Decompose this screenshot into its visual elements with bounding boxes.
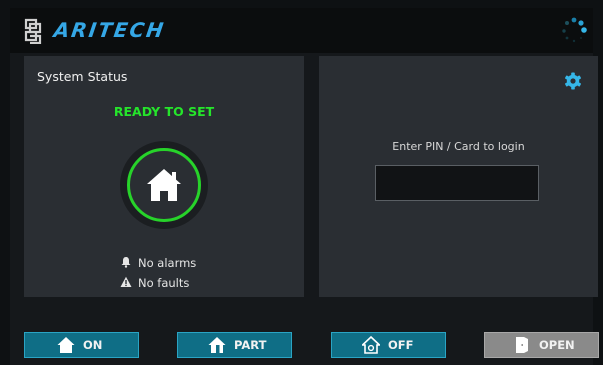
home-part-icon [208, 337, 226, 353]
brand-name: ARITECH [52, 18, 167, 42]
home-icon [147, 169, 181, 201]
button-label: OFF [388, 338, 414, 352]
login-panel: Enter PIN / Card to login [319, 56, 598, 297]
pin-prompt: Enter PIN / Card to login [392, 140, 525, 153]
button-label: OPEN [539, 338, 575, 352]
button-label: PART [234, 338, 267, 352]
pin-input[interactable] [375, 165, 539, 201]
disarm-off-button[interactable]: OFF [331, 332, 446, 358]
open-door-button[interactable]: OPEN [484, 332, 599, 358]
gear-icon[interactable] [564, 72, 582, 90]
alarms-status: No alarms [120, 256, 196, 270]
warning-icon [120, 276, 132, 287]
arm-on-button[interactable]: ON [24, 332, 139, 358]
bell-icon [121, 257, 131, 268]
system-status-panel: System Status READY TO SET No alarms No … [24, 56, 304, 297]
arm-part-button[interactable]: PART [177, 332, 292, 358]
button-label: ON [83, 338, 103, 352]
panel-title: System Status [37, 69, 128, 84]
faults-status: No faults [120, 276, 189, 290]
home-icon [57, 337, 75, 353]
faults-text: No faults [138, 276, 190, 290]
system-state-text: READY TO SET [113, 104, 215, 119]
aritech-logo-icon [24, 18, 42, 44]
loading-spinner-icon [562, 17, 587, 43]
home-off-icon [362, 336, 380, 354]
door-icon [516, 337, 528, 353]
alarms-text: No alarms [138, 256, 197, 270]
